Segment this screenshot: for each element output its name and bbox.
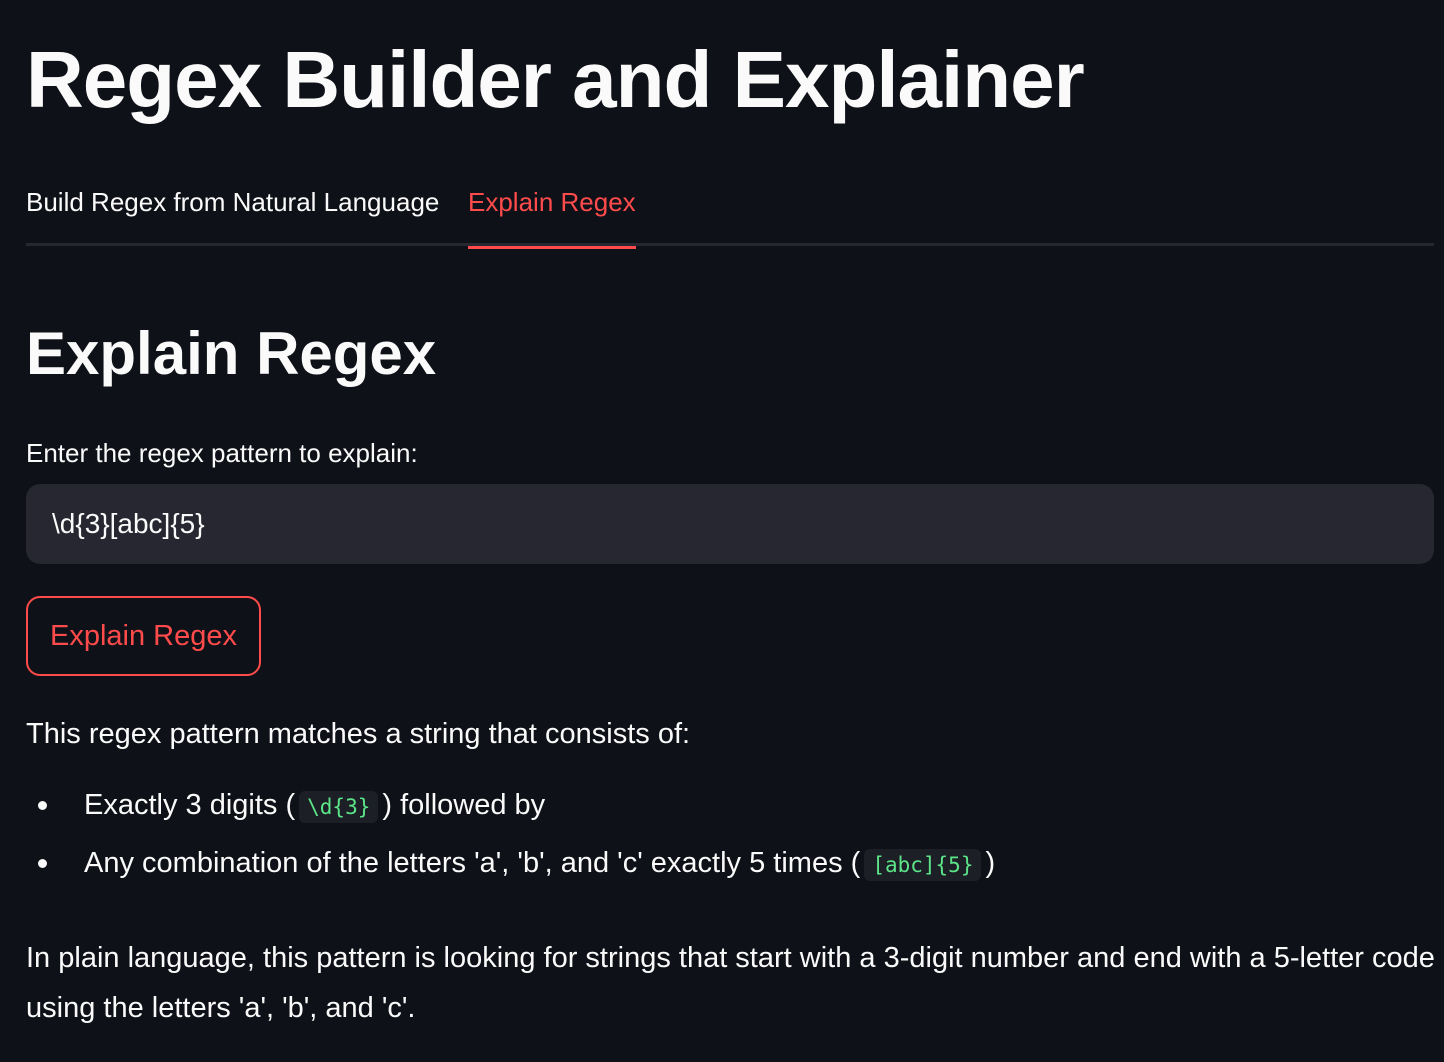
regex-input-label: Enter the regex pattern to explain: [26,438,418,468]
inline-code: \d{3} [299,791,379,823]
item-text-after: ) [985,847,996,879]
app-page: Regex Builder and Explainer Build Regex … [0,0,1444,1062]
regex-pattern-input[interactable] [26,484,1434,564]
item-text-after: ) followed by [382,789,546,821]
item-text-before: Exactly 3 digits ( [84,789,296,821]
tab-build-regex[interactable]: Build Regex from Natural Language [26,178,439,246]
tab-bar: Build Regex from Natural Language Explai… [26,178,1434,249]
item-text-before: Any combination of the letters 'a', 'b',… [84,847,861,879]
bullet-icon [38,859,47,868]
list-item: Any combination of the letters 'a', 'b',… [26,834,1434,892]
list-item: Exactly 3 digits (\d{3}) followed by [26,776,1434,834]
section-title: Explain Regex [26,320,437,387]
bullet-icon [38,801,47,810]
explanation-result: This regex pattern matches a string that… [26,712,1434,892]
explain-regex-button[interactable]: Explain Regex [26,596,261,676]
explanation-list: Exactly 3 digits (\d{3}) followed by Any… [26,776,1434,892]
explanation-summary: In plain language, this pattern is looki… [26,942,1435,1024]
tab-explain-regex[interactable]: Explain Regex [468,178,636,249]
app-title: Regex Builder and Explainer [26,35,1085,124]
inline-code: [abc]{5} [864,849,982,881]
explanation-intro: This regex pattern matches a string that… [26,718,691,750]
